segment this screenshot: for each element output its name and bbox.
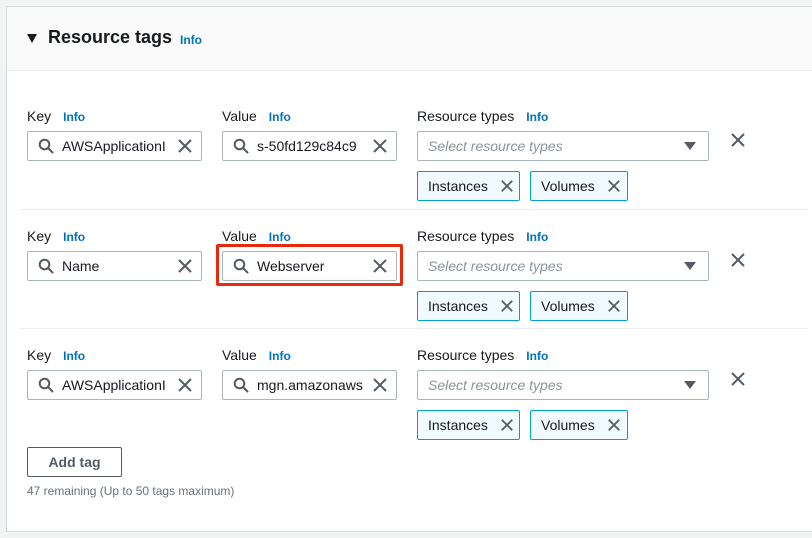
chevron-down-icon [684,262,696,270]
clear-key-icon[interactable] [177,138,193,154]
search-icon [233,138,249,154]
resource-types-label: Resource types Info [417,347,548,363]
token-label: Volumes [541,178,595,194]
remove-token-icon[interactable] [500,418,514,432]
key-label: Key Info [27,228,85,244]
token-label: Volumes [541,417,595,433]
remove-tag-icon[interactable] [730,132,746,148]
key-value: AWSApplicationI [62,377,166,393]
token-volumes: Volumes [530,410,628,440]
resource-types-label-text: Resource types [417,347,515,363]
add-tag-button[interactable]: Add tag [27,447,122,477]
token-label: Instances [428,298,488,314]
resource-types-select[interactable]: Select resource types [417,131,709,161]
token-instances: Instances [417,291,520,321]
chevron-down-icon [684,381,696,389]
search-icon [233,258,249,274]
search-icon [38,258,54,274]
token-label: Volumes [541,298,595,314]
token-volumes: Volumes [530,291,628,321]
resource-types-placeholder: Select resource types [428,138,563,154]
value-value: Webserver [257,258,325,274]
resource-types-placeholder: Select resource types [428,258,563,274]
key-input[interactable]: AWSApplicationI [27,370,202,400]
key-value: Name [62,258,100,274]
panel-header: Resource tags Info [7,7,812,71]
key-label-text: Key [27,347,52,363]
value-label-text: Value [222,228,257,244]
remove-token-icon[interactable] [607,179,621,193]
key-info-link[interactable]: Info [63,230,85,244]
resource-types-label-text: Resource types [417,108,515,124]
key-input[interactable]: Name [27,251,202,281]
value-info-link[interactable]: Info [269,230,291,244]
search-icon [233,377,249,393]
token-label: Instances [428,417,488,433]
value-value: s-50fd129c84c9 [257,138,357,154]
remove-tag-icon[interactable] [730,252,746,268]
clear-value-icon[interactable] [372,138,388,154]
key-input[interactable]: AWSApplicationI [27,131,202,161]
resource-types-label: Resource types Info [417,228,548,244]
resource-types-info-link[interactable]: Info [526,110,548,124]
resource-types-select[interactable]: Select resource types [417,251,709,281]
token-volumes: Volumes [530,171,628,201]
value-label: Value Info [222,108,291,124]
tag-row: Key Info Name Value Info Webserver Resource ty… [20,209,808,328]
clear-key-icon[interactable] [177,258,193,274]
search-icon [38,138,54,154]
value-label: Value Info [222,347,291,363]
remaining-count: 47 remaining (Up to 50 tags maximum) [27,484,235,498]
clear-key-icon[interactable] [177,377,193,393]
value-input[interactable]: s-50fd129c84c9 [222,131,397,161]
collapse-caret-icon[interactable] [27,34,37,43]
remove-token-icon[interactable] [500,299,514,313]
remove-token-icon[interactable] [500,179,514,193]
clear-value-icon[interactable] [372,377,388,393]
value-label-text: Value [222,347,257,363]
key-label-text: Key [27,108,52,124]
value-info-link[interactable]: Info [269,110,291,124]
chevron-down-icon [684,142,696,150]
resource-types-select[interactable]: Select resource types [417,370,709,400]
resource-types-placeholder: Select resource types [428,377,563,393]
key-label-text: Key [27,228,52,244]
section-info-link[interactable]: Info [180,33,202,47]
resource-types-info-link[interactable]: Info [526,349,548,363]
resource-types-info-link[interactable]: Info [526,230,548,244]
clear-value-icon[interactable] [372,258,388,274]
section-title: Resource tags [48,27,173,47]
value-info-link[interactable]: Info [269,349,291,363]
resource-types-label-text: Resource types [417,228,515,244]
value-value: mgn.amazonaws [257,377,363,393]
token-instances: Instances [417,410,520,440]
value-label: Value Info [222,228,291,244]
key-info-link[interactable]: Info [63,110,85,124]
key-info-link[interactable]: Info [63,349,85,363]
resource-types-label: Resource types Info [417,108,548,124]
key-label: Key Info [27,108,85,124]
remove-tag-icon[interactable] [730,371,746,387]
token-label: Instances [428,178,488,194]
tag-row: Key Info AWSApplicationI Value Info mgn.amazo… [20,328,808,447]
value-input[interactable]: mgn.amazonaws [222,370,397,400]
value-label-text: Value [222,108,257,124]
remove-token-icon[interactable] [607,418,621,432]
remove-token-icon[interactable] [607,299,621,313]
key-label: Key Info [27,347,85,363]
token-instances: Instances [417,171,520,201]
search-icon [38,377,54,393]
value-input[interactable]: Webserver [222,251,397,281]
key-value: AWSApplicationI [62,138,166,154]
